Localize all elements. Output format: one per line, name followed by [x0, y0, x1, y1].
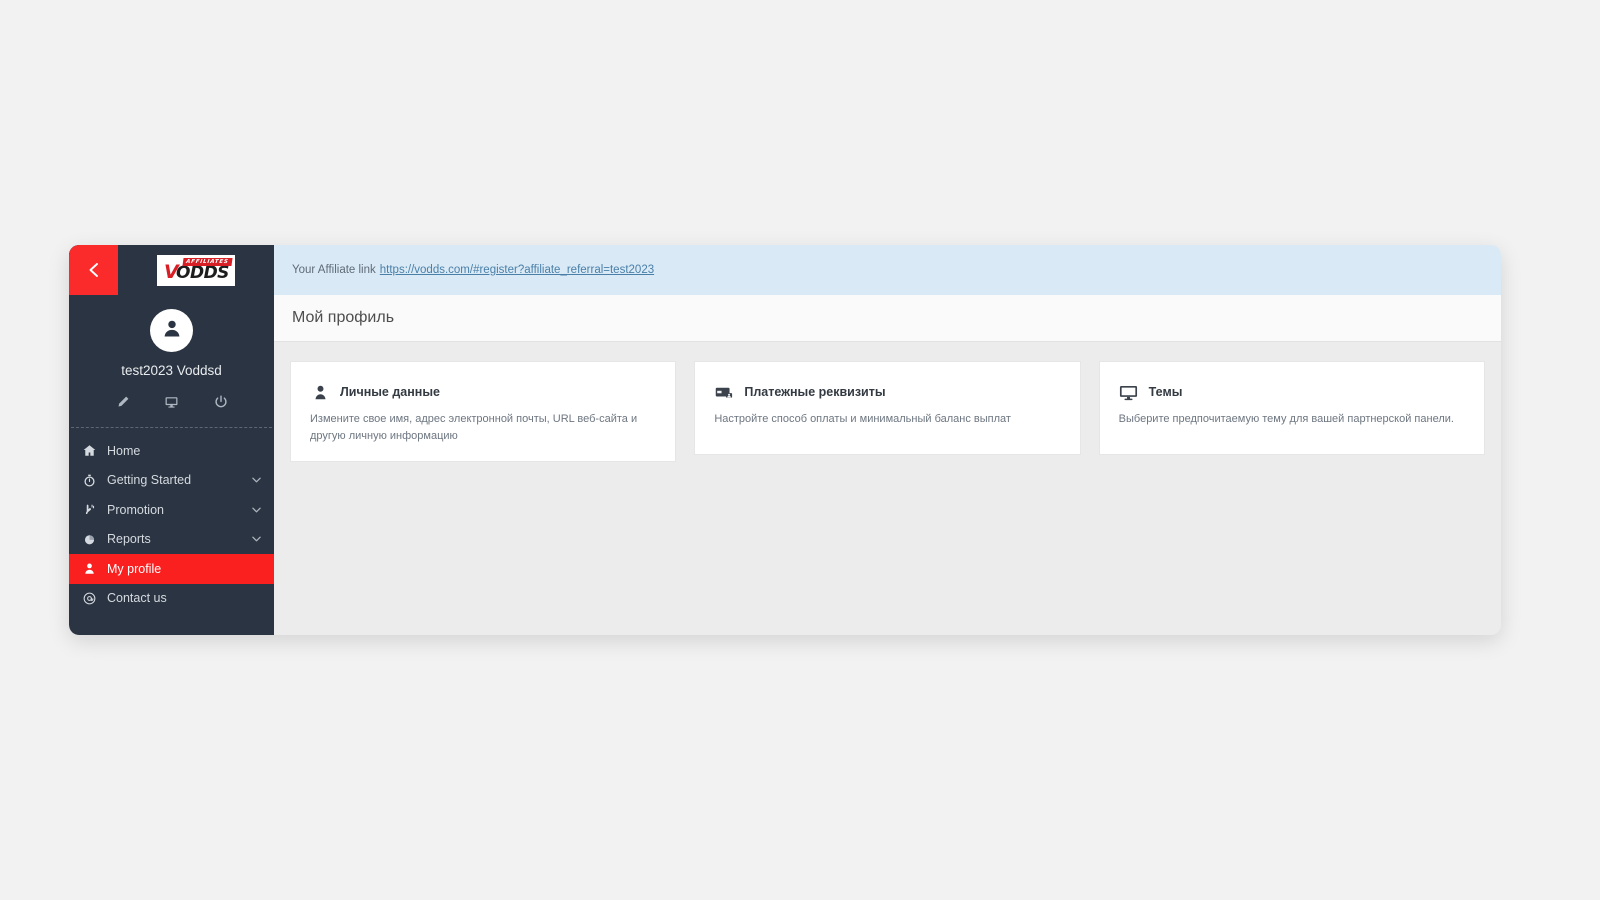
page-header: Мой профиль — [274, 295, 1501, 342]
sidebar-item-label: Promotion — [107, 502, 164, 517]
sidebar-user-block: test2023 Voddsd — [69, 295, 274, 427]
chevron-down-icon[interactable] — [252, 477, 261, 483]
card-title: Темы — [1148, 385, 1183, 399]
chevron-down-icon[interactable] — [252, 507, 261, 513]
stopwatch-icon — [83, 474, 100, 487]
sidebar-collapse-button[interactable] — [69, 245, 118, 295]
at-sign-icon — [83, 592, 100, 605]
sidebar-divider — [71, 427, 272, 428]
sidebar-item-reports[interactable]: Reports — [69, 525, 274, 555]
sidebar-item-getting-started[interactable]: Getting Started — [69, 466, 274, 496]
sidebar-header: V ODDS AFFILIATES — [69, 245, 274, 295]
sidebar-nav: Home Getting Started Promotion Reports M… — [69, 436, 274, 613]
card-personal-data[interactable]: Личные данные Измените свое имя, адрес э… — [290, 361, 677, 463]
sidebar-item-label: Reports — [107, 532, 151, 547]
credit-card-icon — [714, 382, 734, 402]
chevron-down-icon[interactable] — [252, 536, 261, 542]
page-title: Мой профиль — [292, 309, 395, 326]
hand-pointer-icon — [83, 503, 100, 516]
avatar[interactable] — [150, 309, 193, 352]
sidebar-item-my-profile[interactable]: My profile — [69, 554, 274, 584]
sidebar-item-contact-us[interactable]: Contact us — [69, 584, 274, 614]
affiliate-link[interactable]: https://vodds.com/#register?affiliate_re… — [380, 264, 654, 276]
app-window: V ODDS AFFILIATES test2023 Voddsd Home G… — [69, 245, 1501, 635]
sidebar-username: test2023 Voddsd — [121, 363, 222, 378]
pie-chart-icon — [83, 533, 100, 546]
sidebar-item-promotion[interactable]: Promotion — [69, 495, 274, 525]
logo-word: ODDS — [176, 262, 229, 283]
chevron-left-icon — [86, 261, 101, 279]
pencil-icon[interactable] — [115, 394, 131, 410]
card-header: Личные данные — [310, 382, 656, 402]
sidebar-item-label: Contact us — [107, 591, 167, 606]
sidebar-item-label: Home — [107, 443, 141, 458]
person-icon — [310, 382, 330, 402]
monitor-icon — [1119, 382, 1139, 402]
card-title: Личные данные — [340, 385, 440, 399]
card-description: Выберите предпочитаемую тему для вашей п… — [1118, 413, 1454, 425]
card-description: Настройте способ оплаты и минимальный ба… — [714, 413, 1011, 425]
card-header: Платежные реквизиты — [714, 382, 1060, 402]
user-avatar-icon — [160, 316, 184, 345]
brand-logo[interactable]: V ODDS AFFILIATES — [118, 245, 274, 295]
affiliate-link-prefix: Your Affiliate link — [292, 264, 376, 276]
sidebar-item-home[interactable]: Home — [69, 436, 274, 466]
sidebar-item-label: Getting Started — [107, 473, 192, 488]
card-themes[interactable]: Темы Выберите предпочитаемую тему для ва… — [1098, 361, 1485, 455]
user-icon — [83, 562, 100, 575]
monitor-icon[interactable] — [164, 394, 180, 410]
card-description: Измените свое имя, адрес электронной поч… — [310, 413, 638, 443]
main-content: Your Affiliate link https://vodds.com/#r… — [274, 245, 1501, 635]
vodds-logo-icon: V ODDS AFFILIATES — [157, 254, 235, 286]
card-title: Платежные реквизиты — [744, 385, 886, 399]
profile-cards: Личные данные Измените свое имя, адрес э… — [274, 342, 1501, 635]
logo-badge: AFFILIATES — [182, 257, 233, 266]
sidebar-user-actions — [69, 394, 274, 427]
sidebar: V ODDS AFFILIATES test2023 Voddsd Home G… — [69, 245, 274, 635]
card-header: Темы — [1119, 382, 1465, 402]
card-payment-details[interactable]: Платежные реквизиты Настройте способ опл… — [694, 361, 1081, 455]
power-icon[interactable] — [213, 394, 229, 410]
sidebar-item-label: My profile — [107, 561, 162, 576]
affiliate-link-banner: Your Affiliate link https://vodds.com/#r… — [274, 245, 1501, 295]
home-icon — [83, 444, 100, 457]
